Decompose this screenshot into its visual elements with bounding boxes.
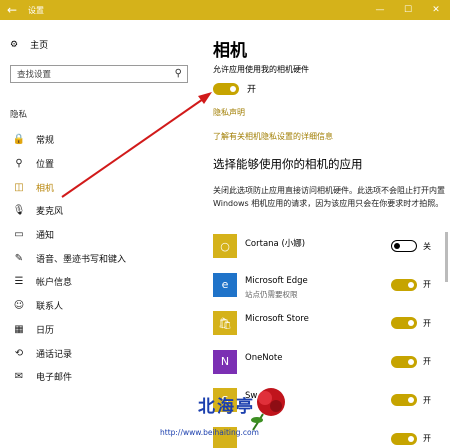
sidebar-item-label: 通知 [36,231,55,242]
app-row: ○ Cortana (小娜) 关 [213,232,445,271]
app-toggle[interactable] [391,394,417,406]
location-icon: ⚲ [15,158,23,170]
sidebar-item[interactable]: ☺ 联系人 [0,294,200,318]
apps-subheading: 选择能够使用你的相机的应用 [213,157,363,171]
store-icon: 🛍 [213,311,237,335]
notification-icon: ▭ [14,229,24,241]
gear-icon: ⚙ [10,39,19,50]
account-info-icon: ☰ [14,276,24,288]
cortana-icon: ○ [213,234,237,258]
app-name: Cortana (小娜) [245,239,306,249]
title-bar: ← 设置 — ☐ ✕ [0,0,450,20]
sidebar-item[interactable]: 🎙 麦克风 [0,199,200,223]
search-placeholder: 查找设置 [17,70,52,80]
sidebar-item-label: 语音、墨迹书写和键入 [36,254,127,265]
app-toggle-state: 开 [423,318,431,328]
microphone-icon: 🎙 [12,205,26,217]
main-panel: 相机 允许应用使用我的相机硬件 开 隐私声明 了解有关相机隐私设置的详细信息 选… [200,20,450,448]
handwriting-icon: ✎ [14,252,24,264]
app-toggle-state: 开 [423,434,431,443]
watermark-text: 北海亭 [198,397,255,417]
contacts-icon: ☺ [13,300,25,312]
app-toggle[interactable] [391,278,417,291]
calendar-icon: ▦ [14,323,24,335]
lock-icon: 🔒 [12,134,26,146]
window-title: 设置 [28,5,44,15]
sidebar-item-label: 相机 [36,183,55,194]
app-toggle-row: 开 [391,394,431,406]
page-title: 相机 [213,41,247,61]
minimize-button[interactable]: — [366,0,394,20]
edge-icon: e [213,272,237,297]
sidebar-item[interactable]: ✉ 电子邮件 [0,365,200,389]
maximize-button[interactable]: ☐ [394,0,422,20]
sidebar-item-label: 电子邮件 [36,373,73,384]
sidebar-item-label: 联系人 [36,302,64,313]
sidebar-item-label: 麦克风 [36,207,64,218]
app-row: e Microsoft Edge 站点仍需要权限 开 [213,271,445,310]
app-name: Microsoft Store [245,314,309,324]
sidebar: ⚙ 主页 查找设置 ⚲ 隐私 🔒 常规 ⚲ 位置 ◫ 相机 🎙 麦克风 ▭ 通知 ✎ 语音、墨迹书写和… [0,20,200,448]
sidebar-item[interactable]: ✎ 语音、墨迹书写和键入 [0,246,200,270]
email-icon: ✉ [14,371,24,383]
apps-description: 关闭此选项防止应用直接访问相机硬件。此选项不会阻止打开内置 Windows 相机… [213,186,445,208]
back-arrow-icon[interactable]: ← [0,0,24,20]
app-name: OneNote [245,352,283,363]
sidebar-item[interactable]: 🔒 常规 [0,128,200,152]
app-toggle[interactable] [391,432,417,445]
sidebar-item-label: 位置 [36,160,55,171]
close-button[interactable]: ✕ [422,0,450,20]
sidebar-item-label: 帐户信息 [36,278,73,289]
search-input[interactable]: 查找设置 ⚲ [10,65,188,83]
section-label: 隐私 [10,110,28,120]
app-subtext: 站点仍需要权限 [245,289,298,299]
app-toggle[interactable] [391,240,417,252]
app-toggle-row: 开 [391,278,431,291]
onenote-icon: N [213,349,237,374]
scrollbar[interactable] [445,232,448,282]
sidebar-item[interactable]: ◫ 相机 [0,175,200,199]
allow-camera-toggle-row: 开 [213,82,256,95]
app-toggle-state: 开 [423,395,431,405]
sidebar-item[interactable]: ▦ 日历 [0,318,200,342]
watermark-url: http://www.beihaiting.com [160,428,259,437]
app-toggle-state: 开 [423,280,431,289]
learn-more-link[interactable]: 了解有关相机隐私设置的详细信息 [213,131,333,142]
home-link[interactable]: ⚙ 主页 [10,38,49,52]
app-row: N OneNote 开 [213,348,445,387]
sidebar-item[interactable]: ▭ 通知 [0,223,200,247]
allow-camera-toggle[interactable] [213,82,239,95]
allow-camera-label: 允许应用使用我的相机硬件 [213,65,309,74]
sidebar-item-label: 常规 [36,136,55,147]
app-toggle-row: 开 [391,317,431,329]
app-toggle-state: 开 [423,357,431,366]
app-row: 🛍 Microsoft Store 开 [213,309,445,348]
search-icon[interactable]: ⚲ [175,68,182,79]
sidebar-nav: 🔒 常规 ⚲ 位置 ◫ 相机 🎙 麦克风 ▭ 通知 ✎ 语音、墨迹书写和键入 ☰ 帐户信息 ☺ 联系人 ▦ 日历 ⟲… [0,128,200,389]
camera-icon: ◫ [14,181,24,193]
home-label: 主页 [30,41,49,51]
app-toggle-state: 关 [423,241,431,251]
sidebar-item[interactable]: ⟲ 通话记录 [0,341,200,365]
allow-camera-state: 开 [247,85,257,95]
app-toggle-row: 开 [391,355,431,368]
call-history-icon: ⟲ [14,347,24,359]
app-name: Microsoft Edge [245,275,308,286]
app-toggle-row: 开 [391,432,431,445]
sidebar-item-label: 通话记录 [36,349,73,360]
app-toggle-row: 关 [391,240,431,252]
app-toggle[interactable] [391,355,417,368]
sidebar-item[interactable]: ⚲ 位置 [0,152,200,176]
sidebar-item[interactable]: ☰ 帐户信息 [0,270,200,294]
sidebar-item-label: 日历 [36,325,55,336]
app-toggle[interactable] [391,317,417,329]
privacy-statement-link[interactable]: 隐私声明 [213,107,245,118]
